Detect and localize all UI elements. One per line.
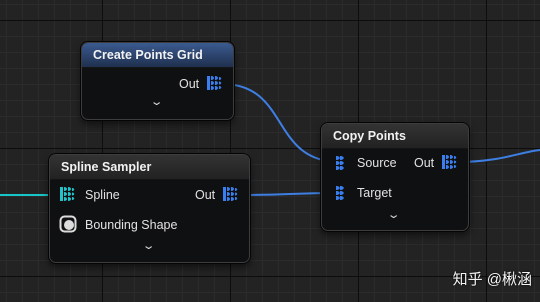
spline-pin-label: Spline [85, 188, 120, 202]
out-pin-label: Out [195, 188, 216, 202]
expand-chevron-icon[interactable]: ⌄ [142, 239, 156, 252]
points-pin-icon[interactable] [206, 73, 224, 93]
points-pin-icon[interactable] [222, 184, 240, 204]
target-pin-icon[interactable] [335, 183, 349, 203]
wire-copy-out[interactable] [457, 149, 540, 163]
target-pin-label: Target [357, 186, 392, 200]
node-spline-sampler[interactable]: Spline Sampler Spline Out Bounding Shape… [49, 154, 250, 263]
node-title: Spline Sampler [50, 155, 249, 180]
source-pin-icon[interactable] [335, 153, 349, 173]
node-title: Create Points Grid [82, 43, 233, 68]
expand-chevron-icon[interactable]: ⌄ [150, 95, 164, 108]
out-pin-label: Out [414, 156, 435, 170]
node-copy-points[interactable]: Copy Points Source Out Target ⌄ [321, 123, 469, 231]
points-pin-icon[interactable] [441, 152, 459, 172]
spline-pin-icon[interactable] [59, 184, 77, 204]
bounding-shape-pin-label: Bounding Shape [85, 218, 178, 232]
source-pin-label: Source [357, 156, 397, 170]
out-pin-label: Out [179, 77, 200, 91]
bounding-shape-pin-icon[interactable] [59, 215, 77, 233]
watermark: 知乎 @楸涵 [452, 271, 532, 288]
node-title: Copy Points [322, 124, 468, 149]
expand-chevron-icon[interactable]: ⌄ [387, 208, 401, 221]
node-create-points-grid[interactable]: Create Points Grid Out ⌄ [81, 42, 234, 120]
